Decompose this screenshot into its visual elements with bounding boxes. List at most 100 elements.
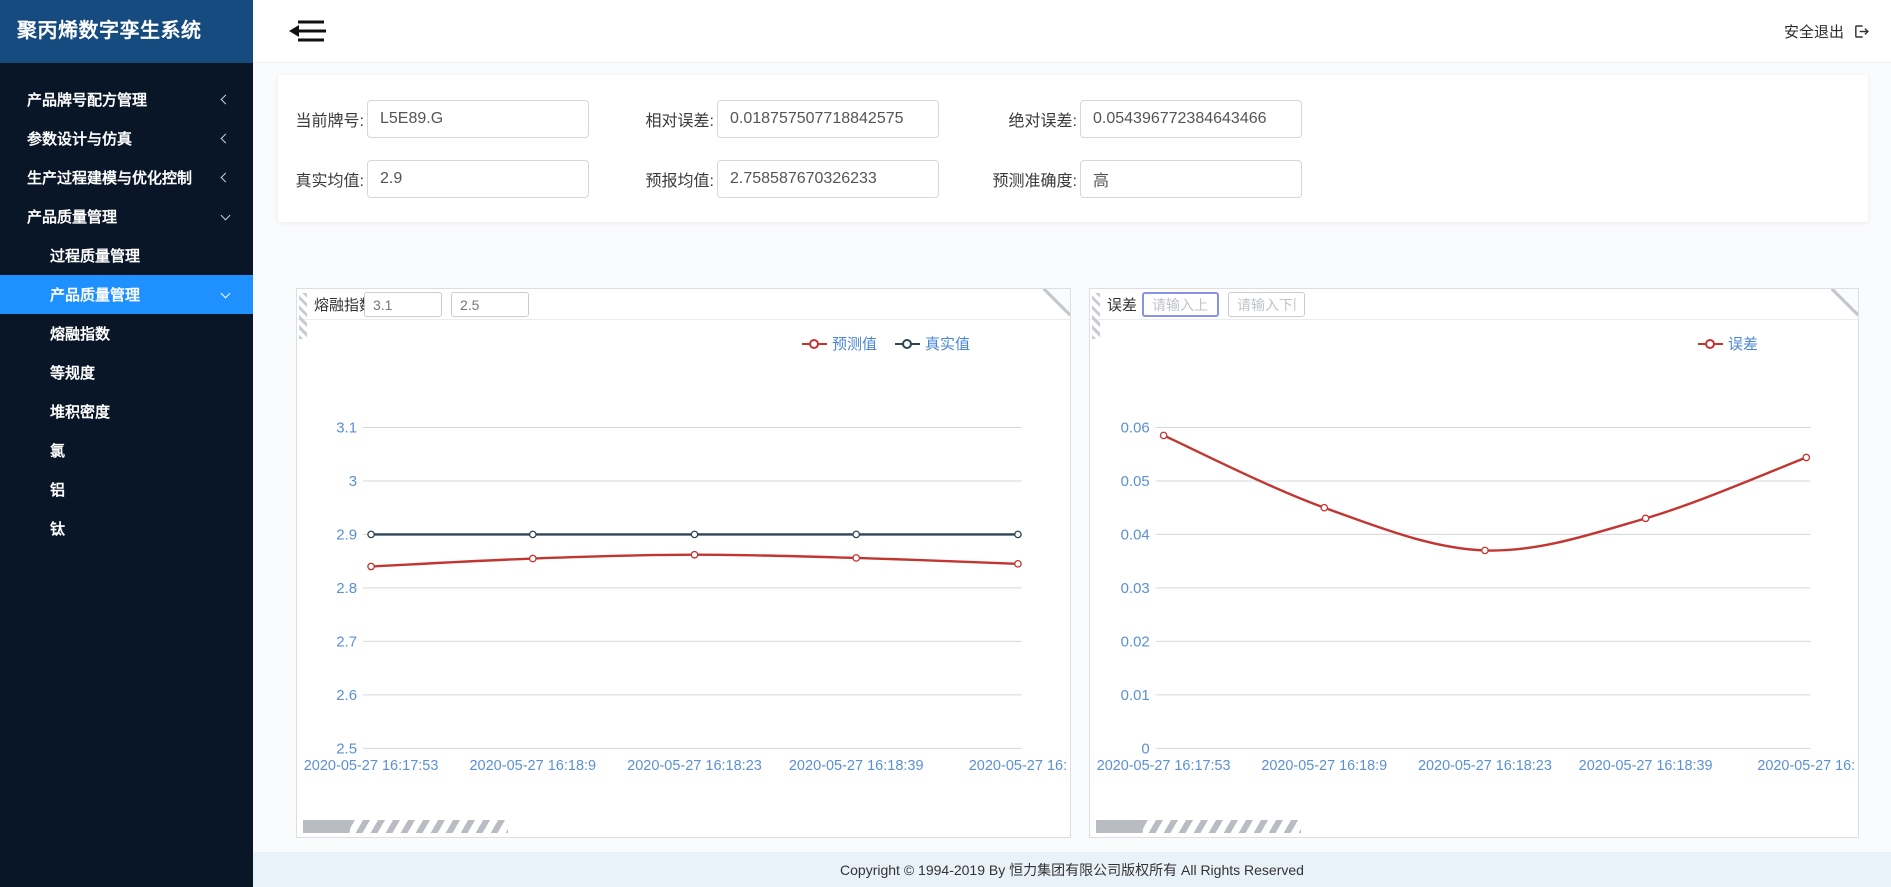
svg-text:0.05: 0.05	[1121, 473, 1150, 490]
sidebar-item-label: 氯	[50, 440, 65, 461]
melt-index-legend: 预测值 真实值	[802, 333, 970, 354]
charts-row: 熔融指数 预测值真实值 3.132.92.82.72.62.52020-05-2…	[296, 288, 1891, 838]
topbar: 安全退出	[253, 0, 1891, 63]
svg-text:0.06: 0.06	[1121, 419, 1150, 436]
melt-index-lower-limit-input[interactable]	[451, 292, 529, 317]
sidebar-menu: 产品牌号配方管理 参数设计与仿真 生产过程建模与优化控制 产品质量管理 过程质量…	[0, 63, 253, 548]
current-brand-input[interactable]	[367, 100, 589, 138]
sidebar-item-label: 熔融指数	[50, 323, 110, 344]
absolute-error-field: 绝对误差:	[939, 100, 1302, 138]
prediction-accuracy-input[interactable]	[1080, 160, 1302, 198]
svg-text:0.01: 0.01	[1121, 687, 1150, 704]
melt-index-upper-limit-input[interactable]	[364, 292, 442, 317]
sidebar-item-label: 过程质量管理	[50, 245, 140, 266]
sidebar-item-aluminum[interactable]: 铝	[0, 470, 253, 509]
panel-hatch-decoration	[303, 820, 508, 833]
svg-text:2020-05-27 16:18:23: 2020-05-27 16:18:23	[627, 758, 762, 774]
sidebar-item-product-quality-sub[interactable]: 产品质量管理	[0, 275, 253, 314]
footer: Copyright © 1994-2019 By 恒力集团有限公司版权所有 Al…	[253, 852, 1891, 887]
chevron-down-icon	[221, 210, 231, 220]
svg-text:2.7: 2.7	[336, 633, 357, 650]
sidebar: 聚丙烯数字孪生系统 产品牌号配方管理 参数设计与仿真 生产过程建模与优化控制 产…	[0, 0, 253, 887]
svg-text:2020-05-27 16:18:9: 2020-05-27 16:18:9	[469, 758, 596, 774]
sidebar-collapse-icon[interactable]	[286, 16, 330, 46]
form-row: 真实均值: 预报均值: 预测准确度:	[278, 160, 1868, 198]
app-root: 聚丙烯数字孪生系统 产品牌号配方管理 参数设计与仿真 生产过程建模与优化控制 产…	[0, 0, 1891, 887]
chevron-left-icon	[221, 173, 231, 183]
svg-text:0: 0	[1141, 740, 1149, 757]
svg-text:3.1: 3.1	[336, 420, 357, 437]
legend-marker-icon	[895, 343, 920, 345]
error-legend: 误差	[1698, 333, 1758, 354]
current-brand-field: 当前牌号:	[278, 100, 589, 138]
sidebar-item-chlorine[interactable]: 氯	[0, 431, 253, 470]
svg-text:2020-05-27 16:17:53: 2020-05-27 16:17:53	[1097, 758, 1231, 774]
form-row: 当前牌号: 相对误差: 绝对误差:	[278, 100, 1868, 138]
true-mean-label: 真实均值:	[278, 167, 364, 191]
melt-index-chart: 3.1 3 2.9 2.8 2.7 2.6 2.52020-05-27 16:17:53 20…	[297, 289, 1070, 837]
absolute-error-input[interactable]	[1080, 100, 1302, 138]
chevron-left-icon	[221, 95, 231, 105]
sidebar-item-isotacticity[interactable]: 等规度	[0, 353, 253, 392]
predicted-mean-input[interactable]	[717, 160, 939, 198]
svg-text:2020-05-27 16:: 2020-05-27 16:	[969, 758, 1067, 774]
svg-text:3: 3	[349, 473, 357, 490]
svg-text:2020-05-27 16:18:23: 2020-05-27 16:18:23	[1418, 758, 1552, 774]
sidebar-item-process-quality[interactable]: 过程质量管理	[0, 236, 253, 275]
melt-index-panel: 熔融指数 预测值真实值 3.132.92.82.72.62.52020-05-2…	[296, 288, 1071, 838]
error-panel: 误差 误差 0.060.050.040.030.020.0102020-05-2…	[1089, 288, 1859, 838]
legend-label: 误差	[1728, 333, 1758, 354]
sidebar-item-label: 等规度	[50, 362, 95, 383]
svg-text:2.6: 2.6	[336, 687, 357, 704]
sidebar-item-label: 产品质量管理	[27, 206, 117, 227]
chevron-left-icon	[221, 134, 231, 144]
logout-button[interactable]: 安全退出	[1784, 21, 1869, 42]
error-upper-limit-input[interactable]	[1142, 292, 1219, 317]
panel-corner-fold	[1043, 288, 1071, 316]
svg-text:0.04: 0.04	[1121, 526, 1150, 543]
true-mean-field: 真实均值:	[278, 160, 589, 198]
panel-hatch-decoration	[1092, 293, 1100, 339]
predicted-mean-field: 预报均值:	[589, 160, 939, 198]
logout-icon	[1852, 23, 1869, 40]
svg-text:2020-05-27 16:18:39: 2020-05-27 16:18:39	[789, 758, 924, 774]
current-brand-label: 当前牌号:	[278, 107, 364, 131]
sidebar-item-bulk-density[interactable]: 堆积密度	[0, 392, 253, 431]
legend-label: 真实值	[925, 333, 970, 354]
svg-text:2020-05-27 16:: 2020-05-27 16:	[1757, 758, 1855, 774]
legend-item[interactable]: 误差	[1698, 333, 1758, 354]
prediction-accuracy-label: 预测准确度:	[939, 167, 1077, 191]
svg-text:2.9: 2.9	[336, 526, 357, 543]
summary-form-card: 当前牌号: 相对误差: 绝对误差: 真实均值:	[278, 75, 1868, 222]
sidebar-item-label: 产品质量管理	[50, 284, 140, 305]
legend-item[interactable]: 真实值	[895, 333, 970, 354]
svg-text:2020-05-27 16:17:53: 2020-05-27 16:17:53	[304, 758, 439, 774]
error-lower-limit-input[interactable]	[1228, 292, 1305, 317]
svg-text:2020-05-27 16:18:39: 2020-05-27 16:18:39	[1579, 758, 1713, 774]
sidebar-item-label: 铝	[50, 479, 65, 500]
main-column: 安全退出 当前牌号: 相对误差:	[253, 0, 1891, 887]
sidebar-item-production-modeling[interactable]: 生产过程建模与优化控制	[0, 158, 253, 197]
app-title: 聚丙烯数字孪生系统	[0, 0, 253, 63]
logout-label: 安全退出	[1784, 21, 1844, 42]
legend-label: 预测值	[832, 333, 877, 354]
panel-corner-fold	[1831, 288, 1859, 316]
sidebar-item-melt-index[interactable]: 熔融指数	[0, 314, 253, 353]
svg-text:2.5: 2.5	[336, 740, 357, 757]
relative-error-label: 相对误差:	[589, 107, 714, 131]
relative-error-input[interactable]	[717, 100, 939, 138]
sidebar-item-titanium[interactable]: 钛	[0, 509, 253, 548]
prediction-accuracy-field: 预测准确度:	[939, 160, 1302, 198]
sidebar-item-parameter-design[interactable]: 参数设计与仿真	[0, 119, 253, 158]
svg-text:2.8: 2.8	[336, 580, 357, 597]
svg-text:0.02: 0.02	[1121, 633, 1150, 650]
sidebar-item-product-brand-recipe[interactable]: 产品牌号配方管理	[0, 80, 253, 119]
error-panel-header: 误差	[1090, 289, 1858, 320]
sidebar-item-product-quality[interactable]: 产品质量管理	[0, 197, 253, 236]
svg-text:2020-05-27 16:18:9: 2020-05-27 16:18:9	[1261, 758, 1387, 774]
error-panel-title: 误差	[1107, 294, 1137, 315]
legend-item[interactable]: 预测值	[802, 333, 877, 354]
legend-marker-icon	[802, 343, 827, 345]
svg-text:0.03: 0.03	[1121, 580, 1150, 597]
true-mean-input[interactable]	[367, 160, 589, 198]
